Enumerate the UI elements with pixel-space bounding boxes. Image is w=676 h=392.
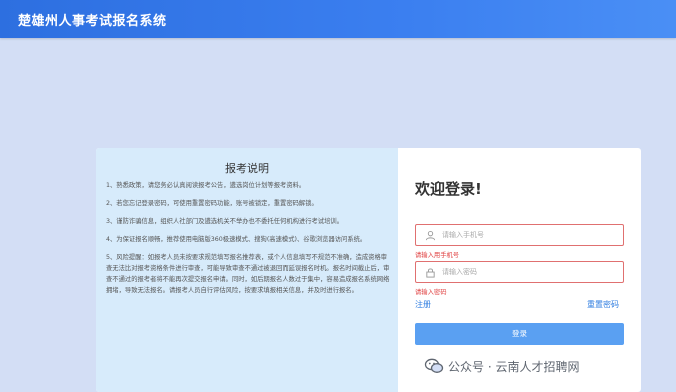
password-error: 请输入密码 (415, 289, 447, 296)
notice-item: 4、为保证报名顺畅，推荐使用电脑版360极速模式、搜狗(高速模式)、谷歌浏览器访… (106, 236, 367, 243)
top-bar: 楚雄州人事考试报名系统 (0, 0, 676, 38)
welcome-heading: 欢迎登录! (415, 180, 482, 198)
user-icon (425, 231, 436, 241)
watermark: 公众号 · 云南人才招聘网 (424, 355, 579, 377)
notice-list: 1、熟悉政策，请您务必认真阅读报考公告，遴选岗位计划等报考资料。 2、若您忘记登… (106, 180, 390, 303)
phone-error: 请输入用手机号 (415, 252, 460, 259)
reset-password-link[interactable]: 重置密码 (587, 299, 619, 310)
notice-item: 3、谨防诈骗信息，组织人社部门及遴选机关不举办也不委托任何机构进行考试培训。 (106, 218, 343, 225)
lock-icon (426, 268, 435, 278)
app-title: 楚雄州人事考试报名系统 (18, 14, 167, 29)
password-field[interactable] (415, 261, 624, 283)
exam-notice-panel: 报考说明 1、熟悉政策，请您务必认真阅读报考公告，遴选岗位计划等报考资料。 2、… (96, 148, 398, 392)
phone-field[interactable] (415, 224, 624, 246)
notice-item: 5、风险提醒：如报考人员未按要求规范填写报名推荐表，或个人信息填写不规范不准确，… (106, 254, 390, 294)
password-input[interactable] (442, 265, 612, 279)
login-button[interactable]: 登录 (415, 323, 624, 345)
notice-title: 报考说明 (225, 162, 269, 175)
register-link[interactable]: 注册 (415, 299, 431, 310)
notice-item: 2、若您忘记登录密码，可使用重置密码功能，账号被锁定，重置密码解锁。 (106, 200, 318, 207)
notice-item: 1、熟悉政策，请您务必认真阅读报考公告，遴选岗位计划等报考资料。 (106, 182, 306, 189)
wechat-icon (424, 358, 444, 373)
phone-input[interactable] (442, 228, 612, 242)
watermark-text: 公众号 · 云南人才招聘网 (448, 359, 580, 374)
